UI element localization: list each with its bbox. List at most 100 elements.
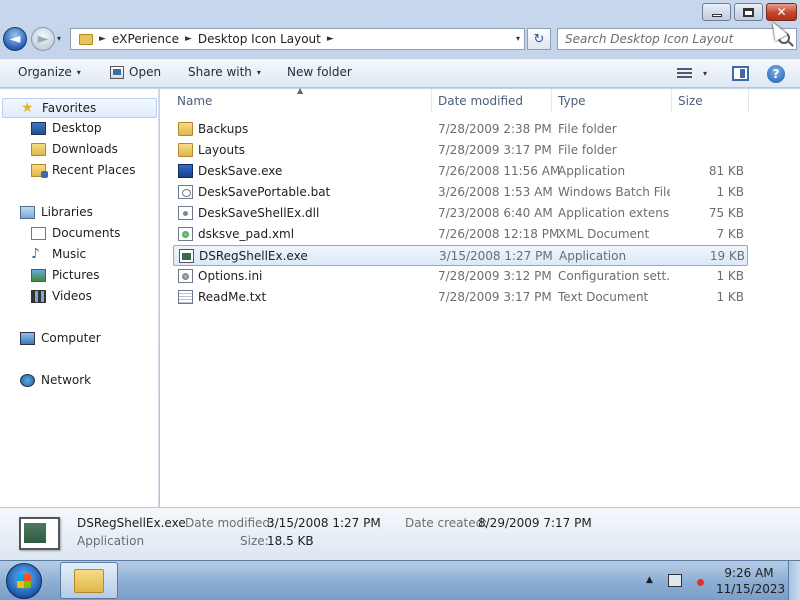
file-row-desksaveshellex-dll[interactable]: DeskSaveShellEx.dll 7/23/2008 6:40 AM Ap… bbox=[173, 203, 748, 224]
nav-item-label: Network bbox=[41, 373, 92, 387]
column-header-date-modified[interactable]: Date modified bbox=[438, 94, 523, 108]
nav-item-downloads[interactable]: Downloads bbox=[31, 142, 118, 156]
chevron-down-icon: ▾ bbox=[76, 67, 81, 77]
show-hidden-icons-icon[interactable]: ▲ bbox=[646, 575, 653, 585]
file-type: Application bbox=[558, 164, 626, 178]
details-pane: DSRegShellEx.exe Application Date modifi… bbox=[0, 507, 800, 560]
exe-icon bbox=[179, 249, 194, 263]
open-button[interactable]: Open bbox=[110, 65, 161, 79]
file-size: 1 KB bbox=[716, 185, 744, 199]
breadcrumb-separator[interactable]: ► bbox=[99, 34, 106, 44]
file-row-desksaveportable-bat[interactable]: DeskSavePortable.bat 3/26/2008 1:53 AM W… bbox=[173, 182, 748, 203]
nav-item-label: Documents bbox=[52, 226, 121, 240]
folder-icon bbox=[178, 122, 193, 136]
file-name: Layouts bbox=[198, 143, 246, 157]
address-row: ◄ ► ▾ ► eXPerience ► Desktop Icon Layout… bbox=[0, 24, 800, 54]
computer-icon bbox=[20, 331, 35, 345]
star-icon: ★ bbox=[21, 99, 34, 116]
organize-button[interactable]: Organize ▾ bbox=[18, 65, 81, 79]
details-size-label: Size: bbox=[240, 534, 269, 548]
show-desktop-button[interactable] bbox=[788, 561, 800, 600]
nav-item-computer[interactable]: Computer bbox=[20, 331, 101, 345]
file-row-backups[interactable]: Backups 7/28/2009 2:38 PM File folder bbox=[173, 119, 748, 140]
title-bar[interactable]: ✕ bbox=[0, 0, 800, 24]
back-button[interactable]: ◄ bbox=[3, 27, 27, 51]
file-row-layouts[interactable]: Layouts 7/28/2009 3:17 PM File folder bbox=[173, 140, 748, 161]
file-name: DeskSaveShellEx.dll bbox=[198, 206, 320, 220]
nav-item-favorites[interactable]: ★ Favorites bbox=[2, 98, 157, 118]
preview-pane-icon[interactable] bbox=[732, 66, 749, 81]
clock-time: 9:26 AM bbox=[724, 566, 774, 580]
file-date-modified: 7/26/2008 11:56 AM bbox=[438, 164, 561, 178]
downloads-icon bbox=[31, 142, 46, 156]
breadcrumb-desktop-icon-layout[interactable]: Desktop Icon Layout bbox=[198, 32, 321, 46]
pictures-icon bbox=[31, 268, 46, 282]
start-button[interactable] bbox=[6, 563, 42, 599]
recent-places-icon bbox=[31, 163, 48, 178]
file-date-modified: 3/26/2008 1:53 AM bbox=[438, 185, 553, 199]
share-with-button[interactable]: Share with ▾ bbox=[188, 65, 261, 79]
minimize-button[interactable] bbox=[702, 3, 731, 21]
column-divider[interactable] bbox=[671, 89, 672, 113]
nav-item-documents[interactable]: Documents bbox=[31, 226, 120, 240]
file-size: 1 KB bbox=[716, 269, 744, 283]
nav-item-recent-places[interactable]: Recent Places bbox=[31, 163, 135, 178]
forward-button[interactable]: ► bbox=[31, 27, 55, 51]
column-header-name[interactable]: Name bbox=[177, 94, 212, 108]
chevron-down-icon[interactable]: ▾ bbox=[703, 69, 707, 78]
forward-arrow-icon: ► bbox=[37, 31, 49, 47]
file-name: Backups bbox=[198, 122, 249, 136]
explorer-window: ✕ ◄ ► ▾ ► eXPerience ► Desktop Icon Layo… bbox=[0, 0, 800, 560]
file-row-options-ini[interactable]: Options.ini 7/28/2009 3:12 PM Configurat… bbox=[173, 266, 748, 287]
restore-button[interactable] bbox=[734, 3, 763, 21]
column-header-size[interactable]: Size bbox=[678, 94, 703, 108]
back-arrow-icon: ◄ bbox=[9, 31, 21, 47]
file-row-readme-txt[interactable]: ReadMe.txt 7/28/2009 3:17 PM Text Docume… bbox=[173, 287, 748, 308]
volume-muted-icon[interactable] bbox=[690, 573, 704, 587]
refresh-button[interactable]: ↻ bbox=[527, 28, 551, 50]
file-date-modified: 7/23/2008 6:40 AM bbox=[438, 206, 553, 220]
nav-item-network[interactable]: Network bbox=[20, 373, 91, 387]
nav-item-label: Computer bbox=[41, 331, 101, 345]
file-row-dsksve-pad-xml[interactable]: dsksve_pad.xml 7/26/2008 12:18 PM XML Do… bbox=[173, 224, 748, 245]
column-divider[interactable] bbox=[431, 89, 432, 113]
file-row-dsregshellex-exe[interactable]: DSRegShellEx.exe 3/15/2008 1:27 PM Appli… bbox=[173, 245, 748, 266]
file-row-desksave-exe[interactable]: DeskSave.exe 7/26/2008 11:56 AM Applicat… bbox=[173, 161, 748, 182]
clock[interactable]: 9:26 AM 11/15/2023 bbox=[716, 565, 785, 597]
file-type: File folder bbox=[558, 122, 617, 136]
new-folder-button[interactable]: New folder bbox=[287, 65, 352, 79]
open-label: Open bbox=[129, 65, 162, 79]
close-button[interactable]: ✕ bbox=[766, 3, 797, 21]
recent-pages-dropdown[interactable]: ▾ bbox=[57, 34, 61, 43]
command-bar: Organize ▾ Open Share with ▾ New folder … bbox=[0, 58, 800, 88]
file-size: 81 KB bbox=[708, 164, 744, 178]
minimize-icon bbox=[711, 13, 722, 17]
nav-item-libraries[interactable]: Libraries bbox=[20, 205, 93, 219]
nav-item-desktop[interactable]: Desktop bbox=[31, 121, 102, 135]
details-date-created: 8/29/2009 7:17 PM bbox=[478, 516, 592, 530]
network-status-icon[interactable] bbox=[668, 574, 682, 587]
nav-item-videos[interactable]: Videos bbox=[31, 289, 92, 303]
column-divider[interactable] bbox=[748, 89, 749, 113]
nav-item-pictures[interactable]: Pictures bbox=[31, 268, 100, 282]
batch-file-icon bbox=[178, 185, 193, 199]
column-divider[interactable] bbox=[551, 89, 552, 113]
nav-item-music[interactable]: ♪ Music bbox=[31, 247, 86, 262]
breadcrumb-separator[interactable]: ► bbox=[327, 34, 334, 44]
nav-item-label: Desktop bbox=[52, 121, 102, 135]
navigation-pane: ★ Favorites Desktop Downloads Recent Pla… bbox=[0, 89, 159, 507]
search-box[interactable] bbox=[557, 28, 797, 50]
address-dropdown-icon[interactable]: ▾ bbox=[516, 34, 520, 43]
details-file-name: DSRegShellEx.exe bbox=[77, 516, 186, 530]
search-input[interactable] bbox=[558, 29, 768, 49]
folder-icon bbox=[178, 143, 193, 157]
breadcrumb-separator[interactable]: ► bbox=[185, 34, 192, 44]
taskbar-explorer-button[interactable] bbox=[60, 562, 118, 599]
change-view-icon[interactable] bbox=[677, 68, 692, 80]
address-bar[interactable]: ► eXPerience ► Desktop Icon Layout ► ▾ bbox=[70, 28, 525, 50]
breadcrumb-experience[interactable]: eXPerience bbox=[112, 32, 179, 46]
nav-item-label: Libraries bbox=[41, 205, 93, 219]
help-icon[interactable]: ? bbox=[767, 65, 785, 83]
column-header-type[interactable]: Type bbox=[558, 94, 586, 108]
file-type: Text Document bbox=[558, 290, 649, 304]
